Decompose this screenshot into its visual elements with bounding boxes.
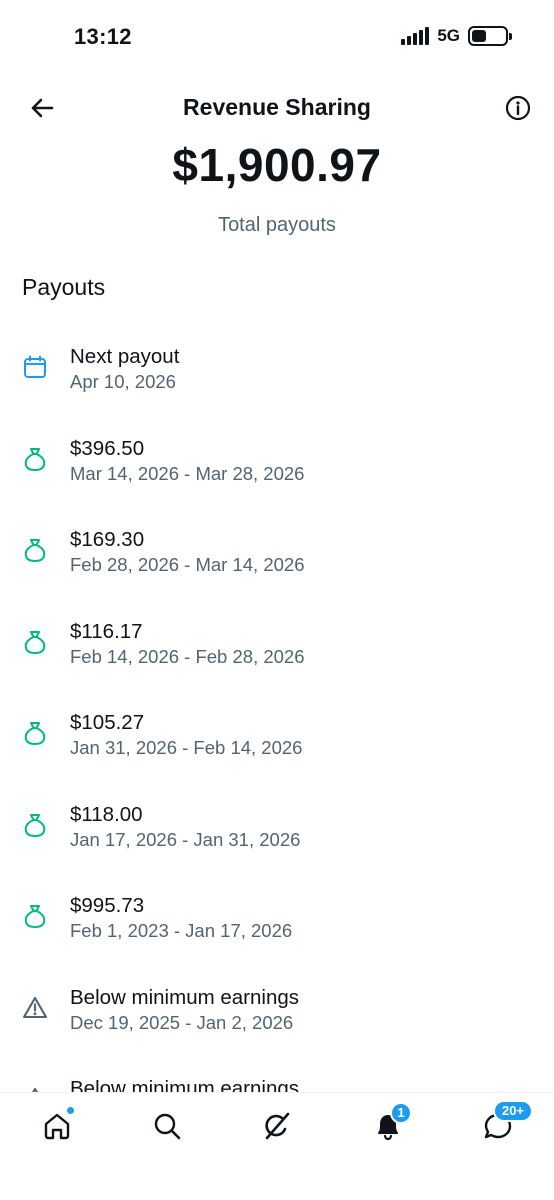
battery-icon: [468, 26, 512, 46]
payout-period: Feb 1, 2023 - Jan 17, 2026: [70, 920, 293, 941]
list-item[interactable]: $995.73 Feb 1, 2023 - Jan 17, 2026: [0, 879, 554, 971]
nav-notifications[interactable]: 1: [373, 1102, 412, 1141]
nav-search[interactable]: [152, 1111, 182, 1141]
notifications-badge: 1: [390, 1102, 412, 1124]
calendar-icon: [24, 355, 46, 378]
payout-period: Jan 31, 2026 - Feb 14, 2026: [70, 737, 303, 758]
payout-amount: $118.00: [70, 802, 143, 826]
info-icon: [505, 95, 531, 121]
list-item[interactable]: $118.00 Jan 17, 2026 - Jan 31, 2026: [0, 788, 554, 880]
total-payout-amount: $1,900.97: [172, 139, 382, 191]
payout-amount: $396.50: [70, 436, 145, 460]
header: Revenue Sharing: [0, 84, 554, 132]
money-bag-icon: [24, 722, 46, 745]
payouts-list: Next payout Apr 10, 2026 $396.50 Mar 14,…: [0, 330, 554, 1092]
search-icon: [154, 1113, 181, 1140]
money-bag-icon: [24, 447, 46, 471]
nav-home[interactable]: [42, 1106, 75, 1141]
messages-badge: 20+: [493, 1100, 533, 1122]
grok-icon: [265, 1112, 290, 1140]
payout-period: Mar 14, 2026 - Mar 28, 2026: [70, 462, 305, 484]
list-item[interactable]: Below minimum earnings: [0, 1062, 554, 1092]
info-button[interactable]: [504, 94, 532, 122]
payout-title: Next payout: [70, 345, 180, 368]
payout-amount: $116.17: [70, 619, 143, 643]
status-bar: 13:12 5G: [0, 0, 554, 70]
payout-amount: $169.30: [70, 528, 145, 551]
payout-status: Below minimum earnings: [70, 985, 300, 1009]
warning-icon: [22, 996, 48, 1018]
money-bag-icon: [24, 813, 46, 837]
payout-period: Jan 17, 2026 - Jan 31, 2026: [70, 828, 301, 850]
total-payout-label: Total payouts: [218, 214, 336, 236]
payout-date: Apr 10, 2026: [70, 371, 176, 392]
payout-status: Below minimum earnings: [70, 1077, 300, 1092]
nav-grok[interactable]: [262, 1111, 292, 1141]
payout-period: Feb 28, 2026 - Mar 14, 2026: [70, 554, 305, 575]
list-item[interactable]: $169.30 Feb 28, 2026 - Mar 14, 2026: [0, 513, 554, 605]
page-title: Revenue Sharing: [183, 94, 371, 120]
status-indicators: 5G: [401, 26, 512, 46]
payout-period: Dec 19, 2025 - Jan 2, 2026: [70, 1011, 294, 1033]
list-item[interactable]: Next payout Apr 10, 2026: [0, 330, 554, 422]
home-unread-dot: [66, 1106, 75, 1115]
status-time: 13:12: [74, 24, 132, 49]
list-item[interactable]: Below minimum earnings Dec 19, 2025 - Ja…: [0, 971, 554, 1063]
money-bag-icon: [24, 539, 46, 562]
signal-icon: [401, 27, 430, 45]
network-type: 5G: [437, 26, 460, 45]
list-item[interactable]: $116.17 Feb 14, 2026 - Feb 28, 2026: [0, 605, 554, 697]
list-item[interactable]: $105.27 Jan 31, 2026 - Feb 14, 2026: [0, 696, 554, 788]
payouts-section-title: Payouts: [22, 274, 106, 300]
money-bag-icon: [24, 905, 46, 928]
list-item[interactable]: $396.50 Mar 14, 2026 - Mar 28, 2026: [0, 422, 554, 514]
money-bag-icon: [24, 630, 46, 654]
payout-amount: $995.73: [70, 894, 145, 917]
payout-period: Feb 14, 2026 - Feb 28, 2026: [70, 645, 305, 667]
bottom-navigation: 1 20+: [0, 1092, 554, 1200]
payout-amount: $105.27: [70, 711, 145, 734]
nav-messages[interactable]: 20+: [483, 1100, 533, 1141]
home-icon: [44, 1113, 70, 1140]
